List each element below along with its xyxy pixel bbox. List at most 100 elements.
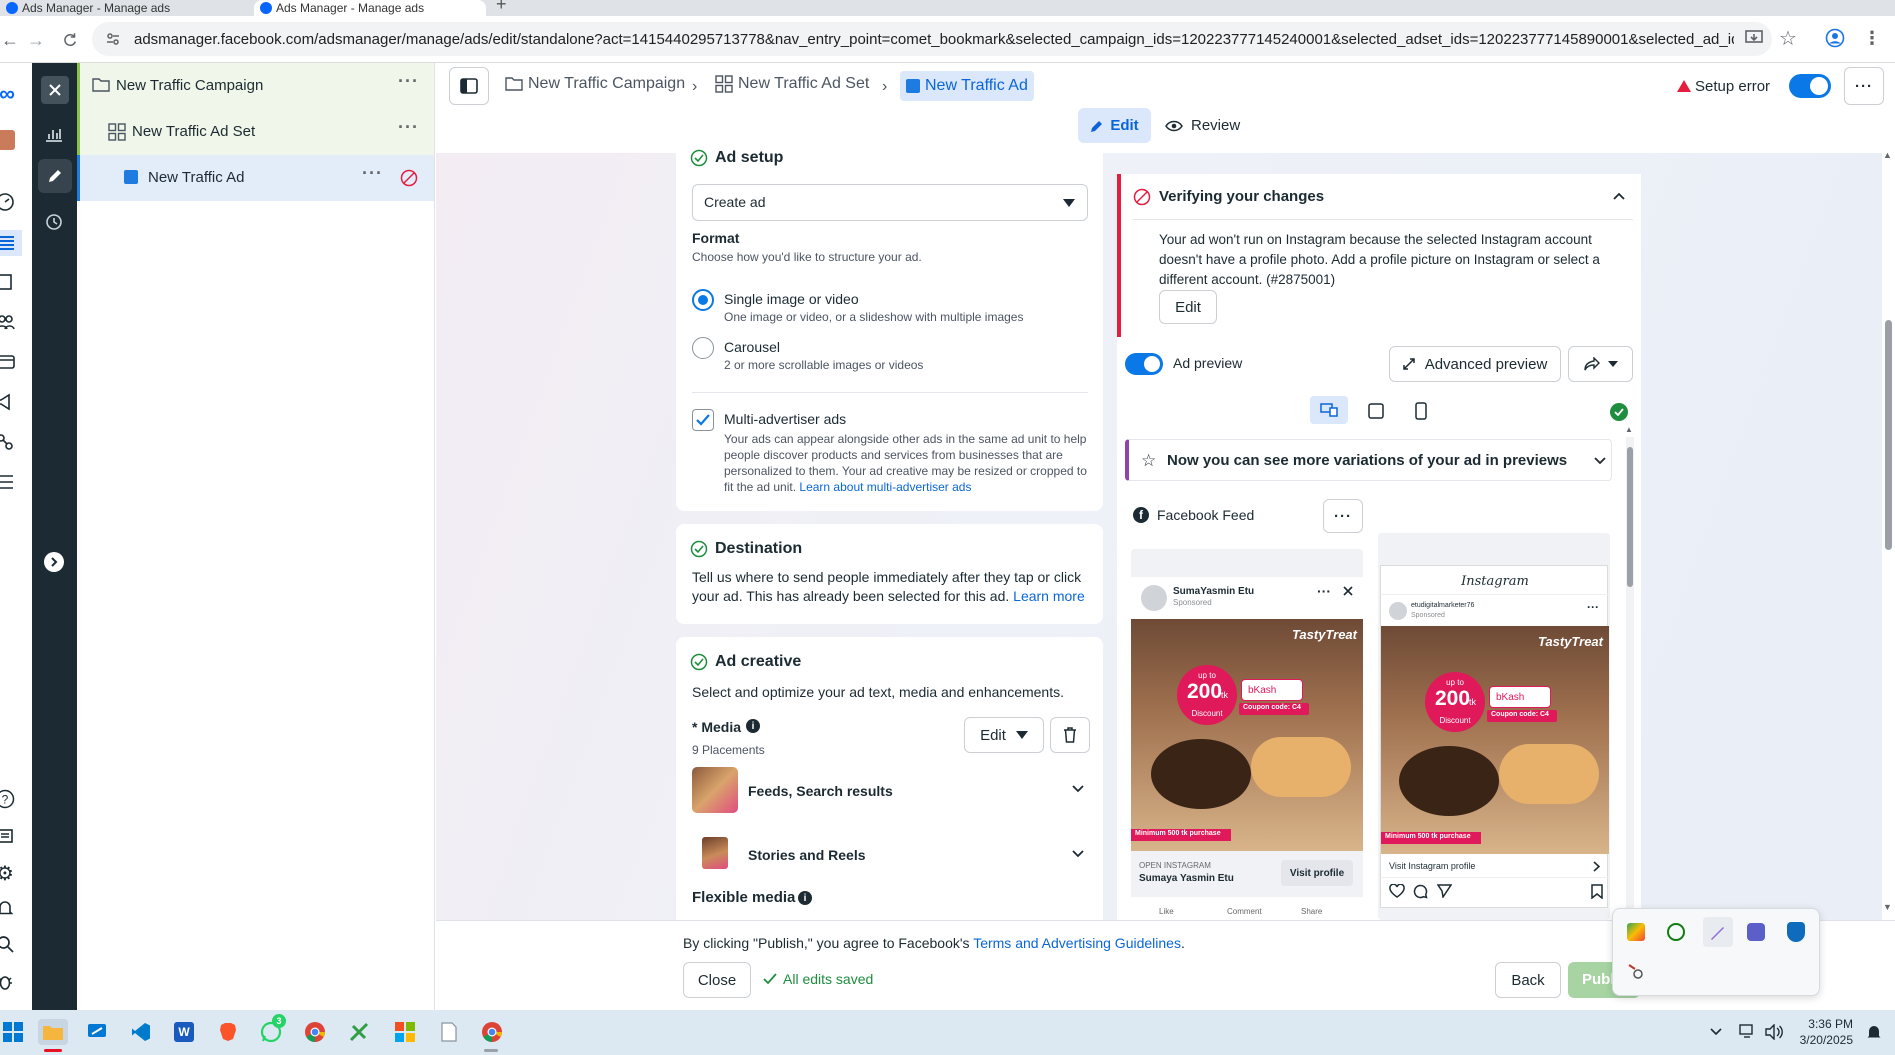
site-info-icon[interactable] <box>104 30 122 48</box>
integrations-icon[interactable] <box>0 429 18 455</box>
main-scrollbar[interactable]: ▲ ▼ <box>1882 150 1895 920</box>
chevron-down-icon[interactable] <box>1072 785 1084 793</box>
create-ad-select[interactable]: Create ad <box>692 184 1088 221</box>
back-button[interactable]: Back <box>1495 962 1561 998</box>
tab-edit[interactable]: Edit <box>1078 108 1151 143</box>
clock-date[interactable]: 3/20/2025 <box>1789 1033 1853 1047</box>
variations-banner[interactable]: ☆ Now you can see more variations of you… <box>1125 439 1612 481</box>
browser-tab-active[interactable]: Ads Manager - Manage ads <box>254 0 486 16</box>
multi-device-view-button[interactable] <box>1310 396 1348 424</box>
breadcrumb-campaign[interactable]: New Traffic Campaign <box>505 75 685 93</box>
back-arrow-icon[interactable]: ← <box>0 28 20 52</box>
brave-browser-icon[interactable] <box>215 1019 241 1045</box>
info-icon[interactable]: i <box>798 891 812 905</box>
pages-icon[interactable] <box>0 269 18 295</box>
remote-desktop-icon[interactable] <box>84 1019 110 1045</box>
toggle-panel-button[interactable] <box>449 67 489 105</box>
ms-office-app-icon[interactable] <box>392 1019 418 1045</box>
notifications-bell-icon[interactable] <box>0 895 18 921</box>
tray-chevron-icon[interactable] <box>1704 1019 1728 1045</box>
settings-gear-icon[interactable]: ⚙ <box>0 860 18 886</box>
help-icon[interactable]: ? <box>0 786 18 812</box>
share-preview-button[interactable] <box>1568 346 1633 382</box>
chrome-icon[interactable] <box>302 1019 328 1045</box>
defender-shield-icon[interactable] <box>1787 922 1805 942</box>
close-button[interactable]: Close <box>683 962 751 998</box>
install-app-icon[interactable] <box>1744 28 1766 50</box>
network-icon[interactable] <box>1736 1019 1760 1045</box>
photos-app-icon[interactable] <box>1627 923 1645 941</box>
multi-advertiser-checkbox[interactable] <box>692 409 714 431</box>
app-icon[interactable] <box>1627 963 1645 981</box>
media-edit-button[interactable]: Edit <box>964 717 1044 753</box>
breadcrumb-adset[interactable]: New Traffic Ad Set <box>715 75 869 93</box>
more-options-icon[interactable]: ··· <box>398 117 419 138</box>
learn-more-link[interactable]: Learn about multi-advertiser ads <box>799 480 971 494</box>
ig-cta-row[interactable]: Visit Instagram profile <box>1381 854 1609 878</box>
placement-more-button[interactable]: ··· <box>1323 499 1363 533</box>
scroll-down-icon[interactable]: ▼ <box>1883 902 1892 912</box>
vscode-icon[interactable] <box>128 1019 154 1045</box>
chevron-down-icon[interactable] <box>1072 850 1084 858</box>
scrollbar-thumb[interactable] <box>1885 320 1892 550</box>
expand-chevron-icon[interactable] <box>44 552 64 572</box>
avatar[interactable] <box>0 127 18 153</box>
radio-single-image[interactable] <box>692 289 714 311</box>
volume-icon[interactable] <box>1762 1019 1786 1045</box>
scroll-up-icon[interactable]: ▲ <box>1625 425 1633 434</box>
delete-media-button[interactable] <box>1050 717 1090 753</box>
news-icon[interactable] <box>0 823 18 849</box>
more-options-icon[interactable]: ··· <box>398 71 419 92</box>
header-more-button[interactable]: ··· <box>1844 67 1884 105</box>
notepad-icon[interactable] <box>436 1019 462 1045</box>
xbox-app-icon[interactable] <box>1667 923 1685 941</box>
reload-icon[interactable] <box>58 28 82 52</box>
tab-review[interactable]: Review <box>1165 108 1255 143</box>
tools-app-icon[interactable] <box>346 1019 372 1045</box>
meta-logo-icon[interactable]: ∞ <box>0 81 20 107</box>
file-explorer-icon[interactable] <box>38 1019 68 1045</box>
forward-arrow-icon[interactable]: → <box>24 28 48 52</box>
desktop-view-icon[interactable] <box>1368 403 1384 419</box>
ad-preview-toggle[interactable] <box>1125 353 1163 375</box>
audiences-icon[interactable] <box>0 309 18 335</box>
verify-edit-button[interactable]: Edit <box>1159 290 1217 324</box>
pen-app-icon[interactable] <box>1703 917 1733 947</box>
windows-start-icon[interactable] <box>0 1019 26 1045</box>
browser-tab[interactable]: Ads Manager - Manage ads <box>0 0 250 16</box>
search-icon[interactable] <box>0 931 18 957</box>
campaign-icon[interactable] <box>0 389 18 415</box>
teams-app-icon[interactable] <box>1747 923 1765 941</box>
breadcrumb-ad[interactable]: New Traffic Ad <box>900 71 1034 101</box>
close-icon[interactable] <box>41 76 69 104</box>
tree-item-adset[interactable]: New Traffic Ad Set ··· <box>77 109 434 155</box>
tree-item-campaign[interactable]: New Traffic Campaign ··· <box>77 63 434 109</box>
ad-status-toggle[interactable] <box>1789 74 1831 98</box>
history-clock-icon[interactable] <box>41 209 67 235</box>
chrome-profile-icon[interactable] <box>479 1019 505 1045</box>
bug-report-icon[interactable] <box>0 969 18 995</box>
learn-more-link[interactable]: Learn more <box>1013 588 1085 604</box>
info-icon[interactable]: i <box>746 719 760 733</box>
all-tools-icon[interactable] <box>0 469 18 495</box>
mobile-view-icon[interactable] <box>1415 402 1427 420</box>
new-tab-icon[interactable]: + <box>496 0 507 15</box>
terms-link[interactable]: Terms and Advertising Guidelines <box>973 935 1181 951</box>
word-icon[interactable]: W <box>171 1019 197 1045</box>
setup-error-label[interactable]: Setup error <box>1695 78 1770 95</box>
chevron-up-icon[interactable] <box>1613 192 1625 200</box>
dashboard-icon[interactable] <box>0 189 18 215</box>
browser-menu-icon[interactable]: ⋮ <box>1862 26 1882 50</box>
billing-icon[interactable] <box>0 349 18 375</box>
preview-scrollbar[interactable] <box>1626 437 1634 917</box>
scroll-up-icon[interactable]: ▲ <box>1883 150 1892 160</box>
profile-icon[interactable] <box>1825 28 1847 50</box>
visit-profile-button[interactable]: Visit profile <box>1281 860 1353 886</box>
ads-manager-icon[interactable] <box>0 230 22 256</box>
charts-icon[interactable] <box>41 121 67 147</box>
bookmark-star-icon[interactable]: ☆ <box>1776 26 1800 50</box>
more-options-icon[interactable]: ··· <box>362 163 383 184</box>
instagram-feed-preview[interactable]: Instagram etudigitalmarketer76 Sponsored… <box>1378 533 1610 920</box>
clock-time[interactable]: 3:36 PM <box>1797 1017 1853 1031</box>
facebook-feed-preview[interactable]: SumaYasmin Etu Sponsored ··· TastyTreat … <box>1131 549 1363 920</box>
